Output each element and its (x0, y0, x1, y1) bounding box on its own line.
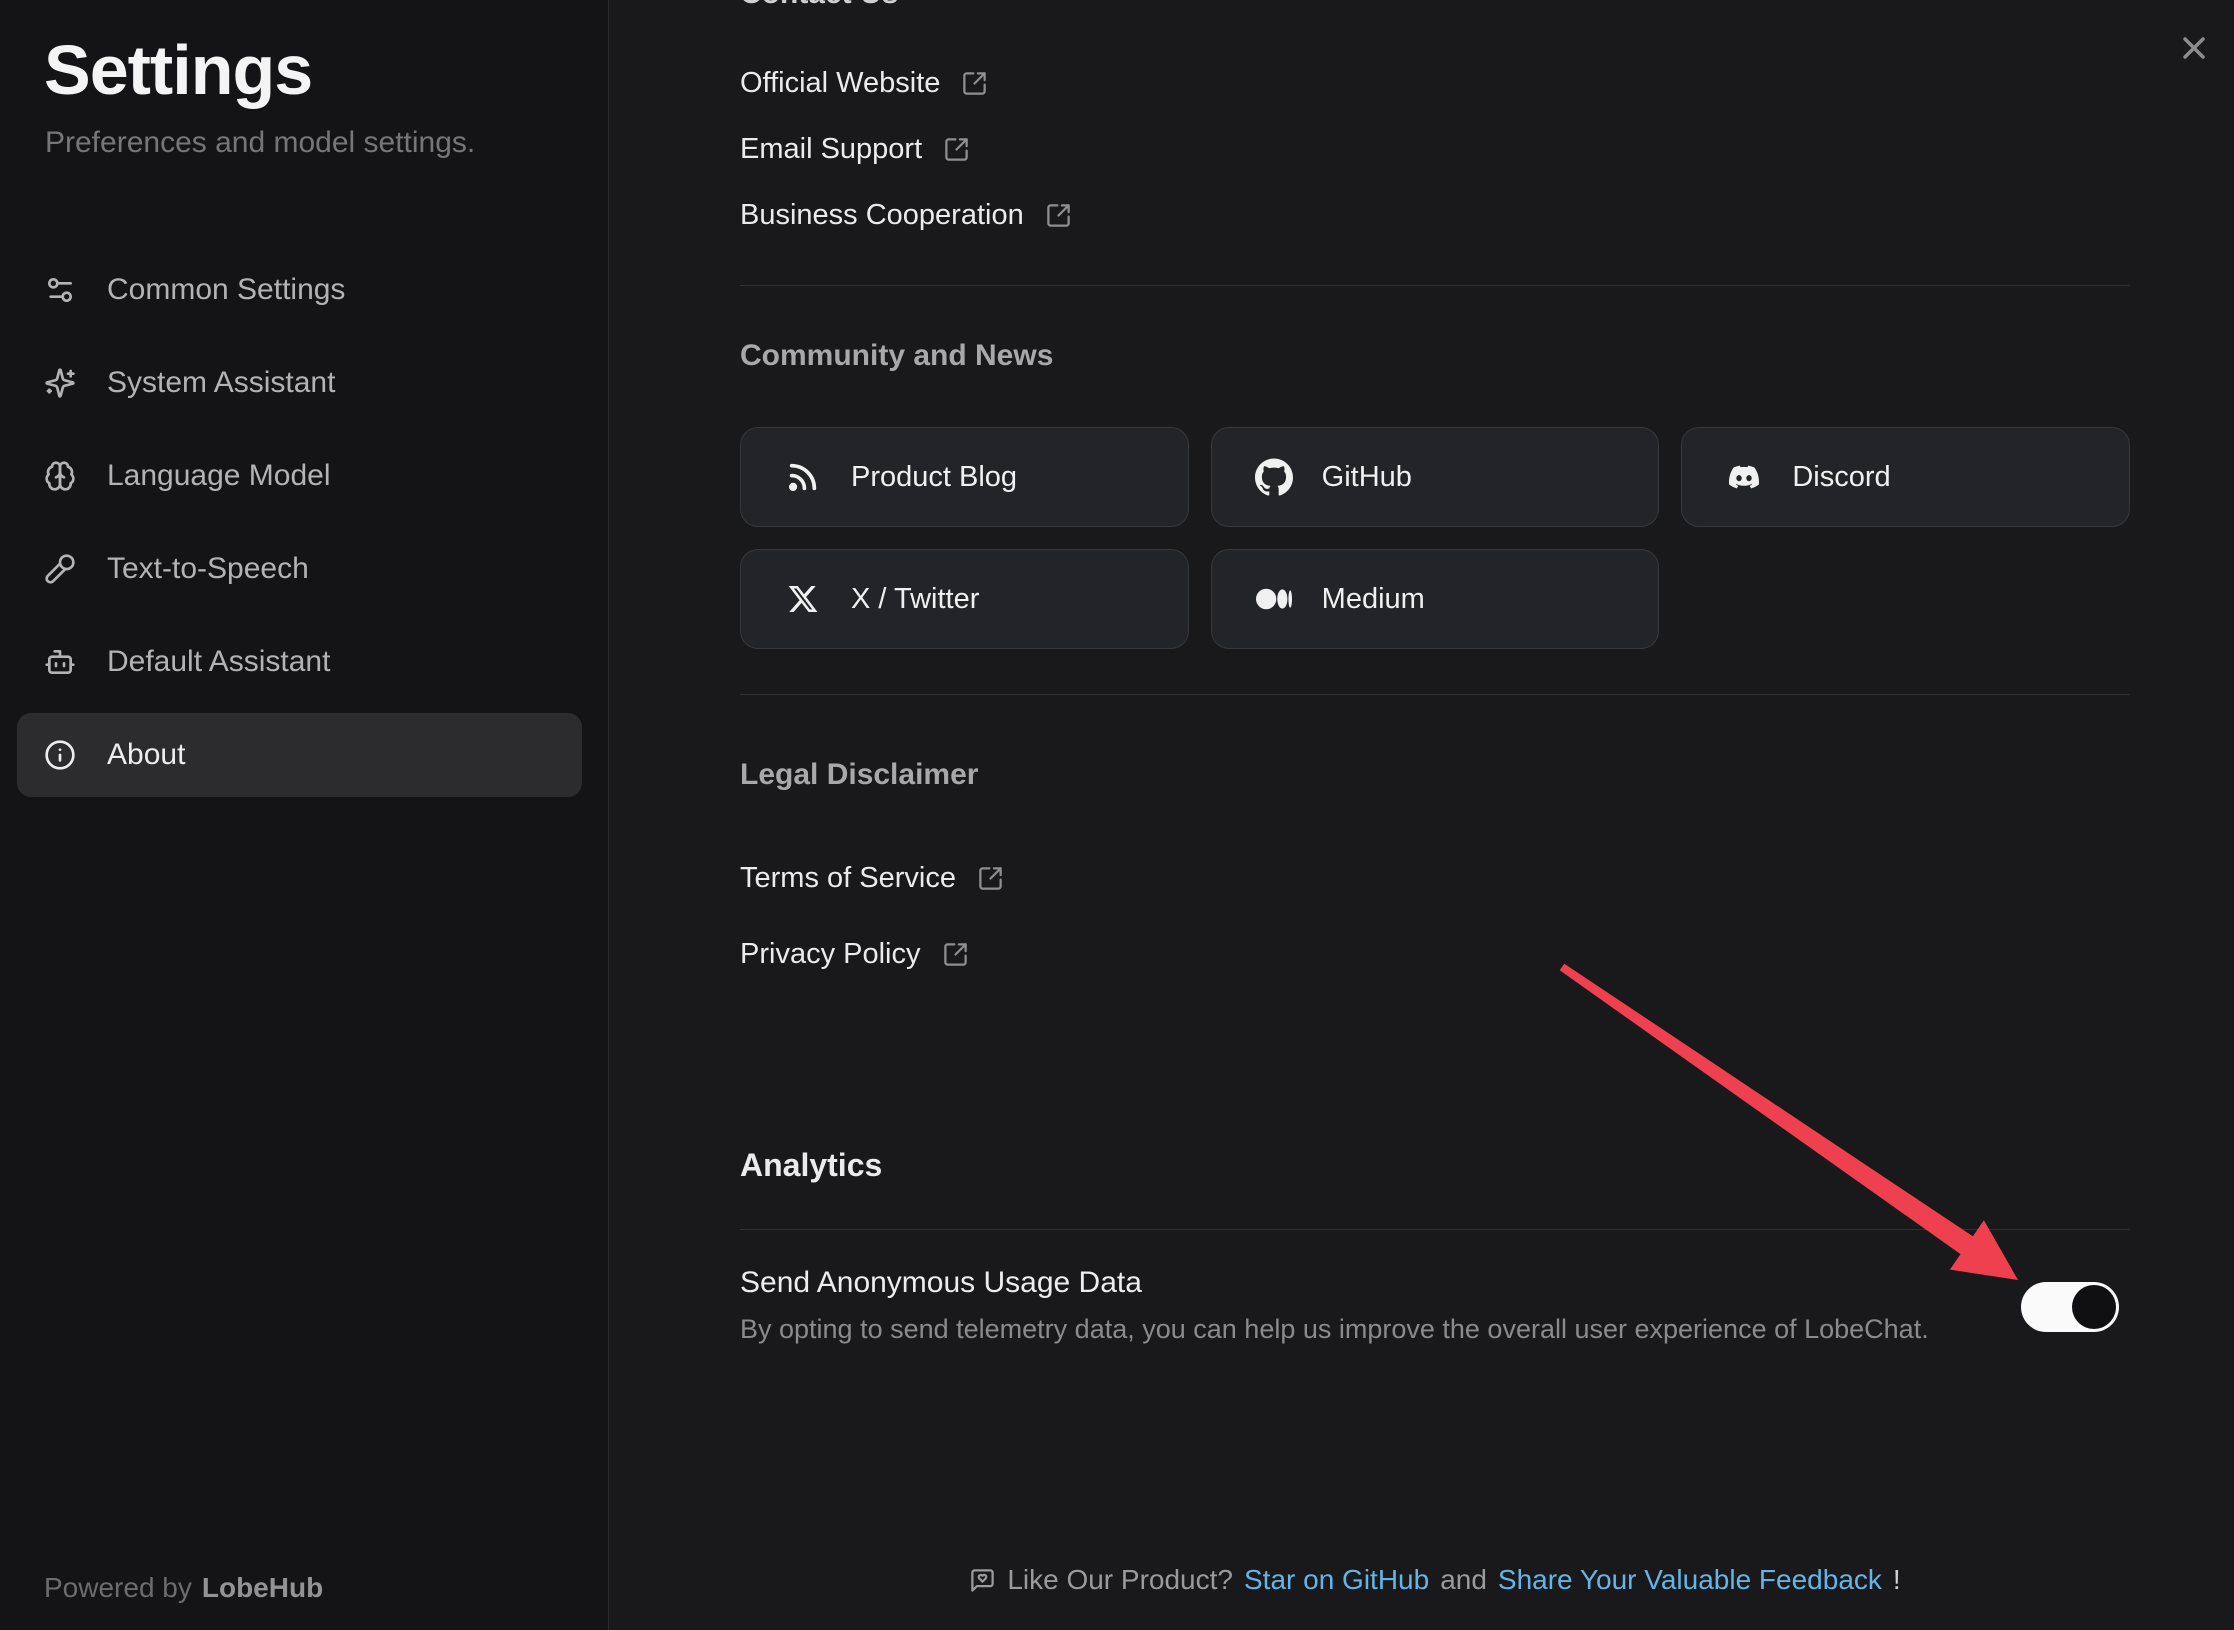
privacy-policy-link[interactable]: Privacy Policy (740, 937, 969, 971)
terms-of-service-link[interactable]: Terms of Service (740, 861, 1004, 895)
mic-icon (44, 553, 76, 585)
medium-icon (1254, 581, 1294, 617)
info-icon (44, 739, 76, 771)
product-feedback-footer: Like Our Product? Star on GitHub and Sha… (740, 1562, 2130, 1598)
share-feedback-link[interactable]: Share Your Valuable Feedback (1498, 1564, 1882, 1596)
analytics-heading: Analytics (740, 1147, 882, 1184)
contact-us-heading: Contact Us (740, 0, 898, 9)
sidebar-item-label: Default Assistant (107, 645, 330, 679)
sidebar-item-common-settings[interactable]: Common Settings (17, 248, 582, 332)
external-link-icon (943, 136, 970, 163)
sidebar-item-label: Text-to-Speech (107, 552, 309, 586)
official-website-link[interactable]: Official Website (740, 66, 988, 100)
sidebar-item-language-model[interactable]: Language Model (17, 434, 582, 518)
usage-data-label: Send Anonymous Usage Data (740, 1266, 1142, 1300)
page-title: Settings (44, 30, 312, 110)
powered-by-text: Powered by (44, 1572, 192, 1603)
external-link-icon (977, 865, 1004, 892)
usage-data-toggle[interactable] (2021, 1282, 2119, 1332)
footer-prefix: Like Our Product? (1007, 1564, 1233, 1596)
external-link-icon (942, 941, 969, 968)
discord-icon (1724, 462, 1764, 492)
legal-heading: Legal Disclaimer (740, 758, 978, 792)
link-label: Privacy Policy (740, 938, 921, 971)
sidebar-item-label: Language Model (107, 459, 331, 493)
x-twitter-button[interactable]: X / Twitter (740, 549, 1189, 649)
external-link-icon (961, 70, 988, 97)
link-label: Business Cooperation (740, 199, 1024, 232)
product-blog-button[interactable]: Product Blog (740, 427, 1189, 527)
x-twitter-icon (783, 583, 823, 615)
settings-sidebar: Settings Preferences and model settings.… (0, 0, 609, 1630)
sidebar-item-about[interactable]: About (17, 713, 582, 797)
link-label: Email Support (740, 133, 922, 166)
button-label: X / Twitter (851, 583, 979, 616)
sidebar-item-label: System Assistant (107, 366, 335, 400)
message-square-heart-icon (969, 1567, 996, 1594)
community-buttons: Product Blog GitHub Discord X / Twitter … (740, 427, 2130, 649)
discord-button[interactable]: Discord (1681, 427, 2130, 527)
lobehub-brand[interactable]: LobeHub (202, 1572, 323, 1603)
powered-by: Powered by LobeHub (44, 1572, 323, 1604)
section-divider (740, 1229, 2130, 1230)
email-support-link[interactable]: Email Support (740, 132, 970, 166)
page-subtitle: Preferences and model settings. (45, 126, 475, 160)
usage-data-description: By opting to send telemetry data, you ca… (740, 1314, 1929, 1345)
sidebar-item-label: Common Settings (107, 273, 345, 307)
medium-button[interactable]: Medium (1211, 549, 1660, 649)
sidebar-item-label: About (107, 738, 185, 772)
sparkles-icon (44, 367, 76, 399)
github-button[interactable]: GitHub (1211, 427, 1660, 527)
star-on-github-link[interactable]: Star on GitHub (1244, 1564, 1429, 1596)
settings-page: { "window": { "close_label": "close" }, … (0, 0, 2234, 1630)
sidebar-item-system-assistant[interactable]: System Assistant (17, 341, 582, 425)
about-settings-panel: Contact Us Official Website Email Suppor… (610, 0, 2234, 1630)
toggle-knob (2072, 1285, 2116, 1329)
community-heading: Community and News (740, 339, 1053, 373)
brain-icon (44, 460, 76, 492)
button-label: Medium (1322, 583, 1425, 616)
footer-middle: and (1440, 1564, 1487, 1596)
link-label: Official Website (740, 67, 940, 100)
rss-icon (783, 460, 823, 494)
button-label: Product Blog (851, 461, 1017, 494)
bot-icon (44, 646, 76, 678)
sliders-icon (44, 274, 76, 306)
close-icon[interactable] (2176, 30, 2212, 66)
button-label: Discord (1792, 461, 1890, 494)
footer-suffix: ! (1893, 1564, 1901, 1596)
settings-nav: Common Settings System Assistant Languag… (17, 248, 582, 806)
sidebar-item-text-to-speech[interactable]: Text-to-Speech (17, 527, 582, 611)
github-icon (1254, 458, 1294, 496)
section-divider (740, 694, 2130, 695)
link-label: Terms of Service (740, 862, 956, 895)
business-cooperation-link[interactable]: Business Cooperation (740, 198, 1072, 232)
button-label: GitHub (1322, 461, 1412, 494)
sidebar-item-default-assistant[interactable]: Default Assistant (17, 620, 582, 704)
external-link-icon (1045, 202, 1072, 229)
section-divider (740, 285, 2130, 286)
